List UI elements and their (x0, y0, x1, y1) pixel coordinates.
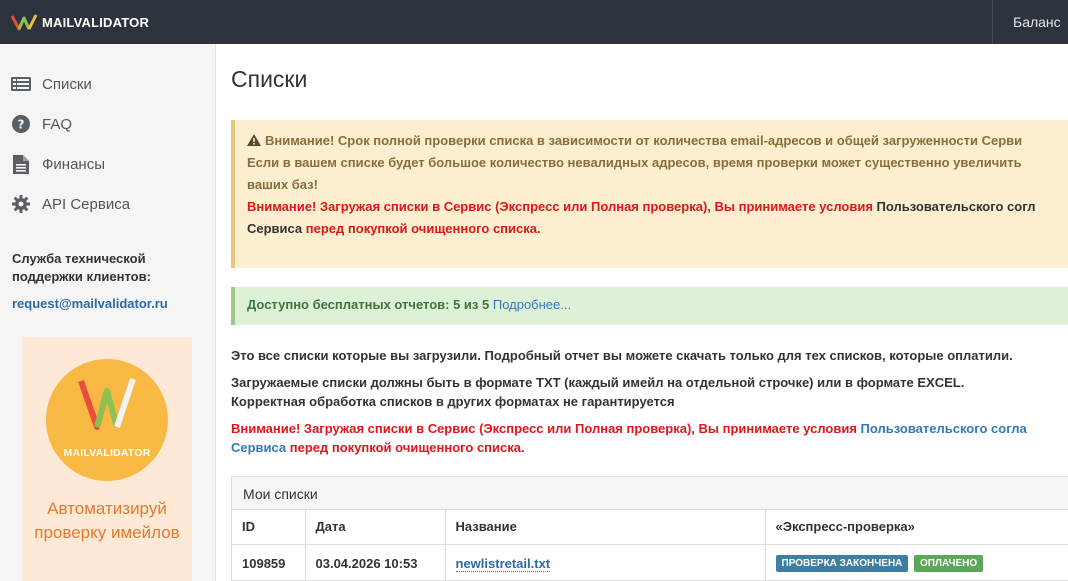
sidebar-item-label: API Сервиса (42, 195, 131, 213)
sidebar: Списки ? FAQ Финансы API Сервиса Служба … (0, 44, 216, 581)
table-header-row: ID Дата Название «Экспресс-проверка» (232, 510, 1068, 545)
column-header-name[interactable]: Название (445, 510, 766, 545)
list-icon (11, 74, 31, 94)
page-title: Списки (231, 66, 308, 92)
warning-red-text-2: перед покупкой очищенного списка. (305, 221, 541, 236)
brand-logo-link[interactable]: MAILVALIDATOR (10, 0, 149, 44)
list-date: 03.04.2026 10:53 (305, 544, 446, 581)
mailvalidator-logo-icon (10, 14, 38, 31)
warning-line-3: ваших баз! (247, 177, 318, 192)
sidebar-item-finance[interactable]: Финансы (0, 144, 216, 184)
column-header-express-check[interactable]: «Экспресс-проверка» (765, 510, 1068, 545)
warning-alert: Внимание! Срок полной проверки списка в … (231, 120, 1068, 268)
terms-notice-red-2: перед покупкой очищенного списка. (286, 440, 525, 455)
promo-banner[interactable]: MAILVALIDATOR Автоматизируй проверку име… (22, 337, 192, 581)
promo-logo-circle: MAILVALIDATOR (46, 359, 168, 481)
service-link[interactable]: Сервиса (247, 221, 306, 236)
sidebar-item-lists[interactable]: Списки (0, 64, 216, 104)
user-agreement-link[interactable]: Пользовательского согл (877, 199, 1036, 214)
top-navbar: MAILVALIDATOR Баланс (0, 0, 1068, 44)
format-info-text-1: Загружаемые списки должны быть в формате… (231, 375, 965, 390)
list-name-cell: newlistretail.txt (445, 544, 766, 581)
user-agreement-link[interactable]: Пользовательского согла (861, 421, 1027, 436)
warning-icon (247, 134, 261, 146)
table-row: 109859 03.04.2026 10:53 newlistretail.tx… (232, 544, 1068, 581)
promo-logo-text: MAILVALIDATOR (46, 447, 168, 459)
column-header-date[interactable]: Дата (305, 510, 446, 545)
support-title: Служба технической поддержки клиентов: (12, 251, 151, 284)
svg-text:?: ? (18, 118, 25, 132)
terms-notice-red: Внимание! Загружая списки в Сервис (Эксп… (231, 421, 861, 436)
warning-line-5: Сервиса перед покупкой очищенного списка… (247, 218, 1068, 240)
sidebar-item-faq[interactable]: ? FAQ (0, 104, 216, 144)
warning-line-4: Внимание! Загружая списки в Сервис (Эксп… (247, 196, 1068, 218)
lists-table: ID Дата Название «Экспресс-проверка» 109… (232, 510, 1068, 581)
sidebar-item-api[interactable]: API Сервиса (0, 184, 216, 224)
free-reports-alert: Доступно бесплатных отчетов: 5 из 5 Подр… (231, 287, 1068, 325)
question-icon: ? (11, 114, 31, 134)
paid-badge: ОПЛАЧЕНО (914, 554, 984, 572)
list-file-link[interactable]: newlistretail.txt (455, 555, 551, 572)
lists-info-text: Это все списки которые вы загрузили. Под… (231, 348, 1013, 363)
sidebar-item-label: Финансы (42, 155, 105, 173)
column-header-id[interactable]: ID (232, 510, 306, 545)
service-link[interactable]: Сервиса (231, 440, 286, 455)
list-id: 109859 (232, 544, 306, 581)
sidebar-item-label: FAQ (42, 115, 73, 133)
terms-notice-line-2: Сервиса перед покупкой очищенного списка… (231, 438, 1068, 457)
terms-notice-line-1: Внимание! Загружая списки в Сервис (Эксп… (231, 419, 1068, 438)
more-info-link[interactable]: Подробнее... (493, 297, 571, 312)
list-status-cell: ПРОВЕРКА ЗАКОНЧЕНА ОПЛАЧЕНО (765, 544, 1068, 581)
promo-logo-validator: VALIDATOR (89, 447, 151, 459)
document-icon (11, 154, 31, 174)
mailvalidator-logo-icon (78, 378, 136, 430)
warning-line-2: Если в вашем списке будет большое количе… (247, 155, 1022, 170)
gear-icon (11, 194, 31, 214)
support-email-link[interactable]: request@mailvalidator.ru (12, 296, 168, 311)
panel-title: Мои списки (232, 477, 1068, 510)
warning-line-1: Внимание! Срок полной проверки списка в … (247, 130, 1068, 152)
warning-red-text: Внимание! Загружая списки в Сервис (Эксп… (247, 199, 877, 214)
my-lists-panel: Мои списки ID Дата Название «Экспресс-пр… (231, 476, 1068, 581)
free-reports-label: Доступно бесплатных отчетов: 5 из 5 (247, 297, 490, 312)
status-badge: ПРОВЕРКА ЗАКОНЧЕНА (775, 554, 909, 572)
warning-text-1: Внимание! Срок полной проверки списка в … (265, 133, 1023, 148)
balance-link[interactable]: Баланс (992, 0, 1068, 44)
brand-name: MAILVALIDATOR (42, 14, 150, 30)
promo-logo-mail: MAIL (63, 447, 90, 459)
sidebar-item-label: Списки (42, 75, 92, 93)
format-info-text-2: Корректная обработка списков в других фо… (231, 394, 675, 409)
promo-text: Автоматизируй проверку имейлов (34, 499, 180, 542)
